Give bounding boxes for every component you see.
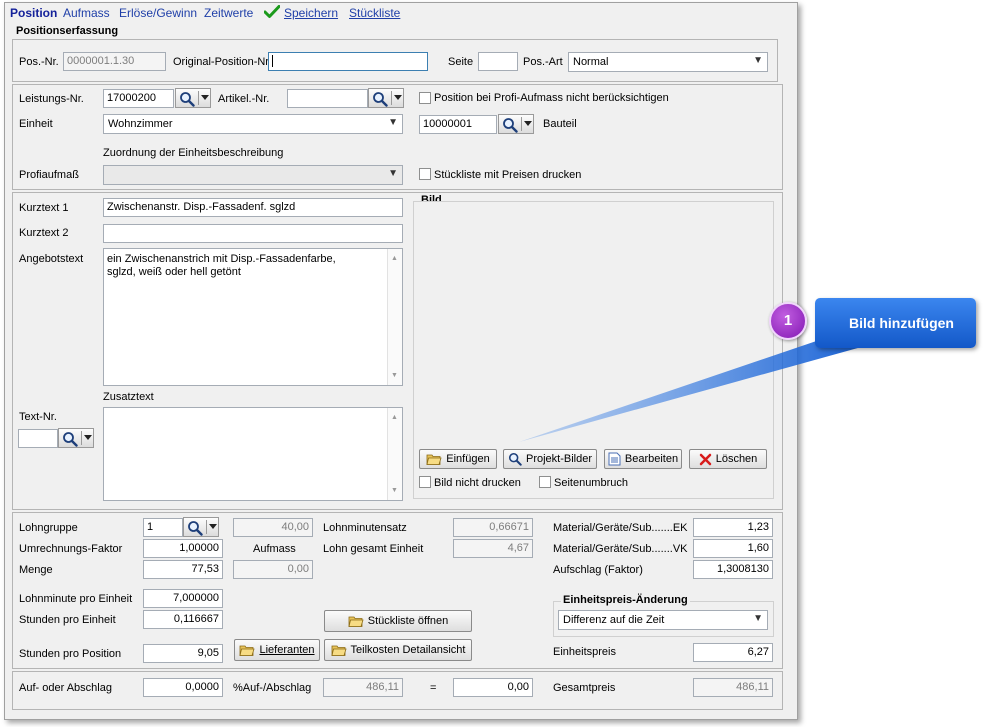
callout-bild-hinzufuegen: Bild hinzufügen (815, 298, 976, 348)
callout-pointer (519, 333, 865, 442)
callout-text: Bild hinzufügen (849, 315, 954, 331)
callout-number-badge: 1 (769, 302, 807, 340)
